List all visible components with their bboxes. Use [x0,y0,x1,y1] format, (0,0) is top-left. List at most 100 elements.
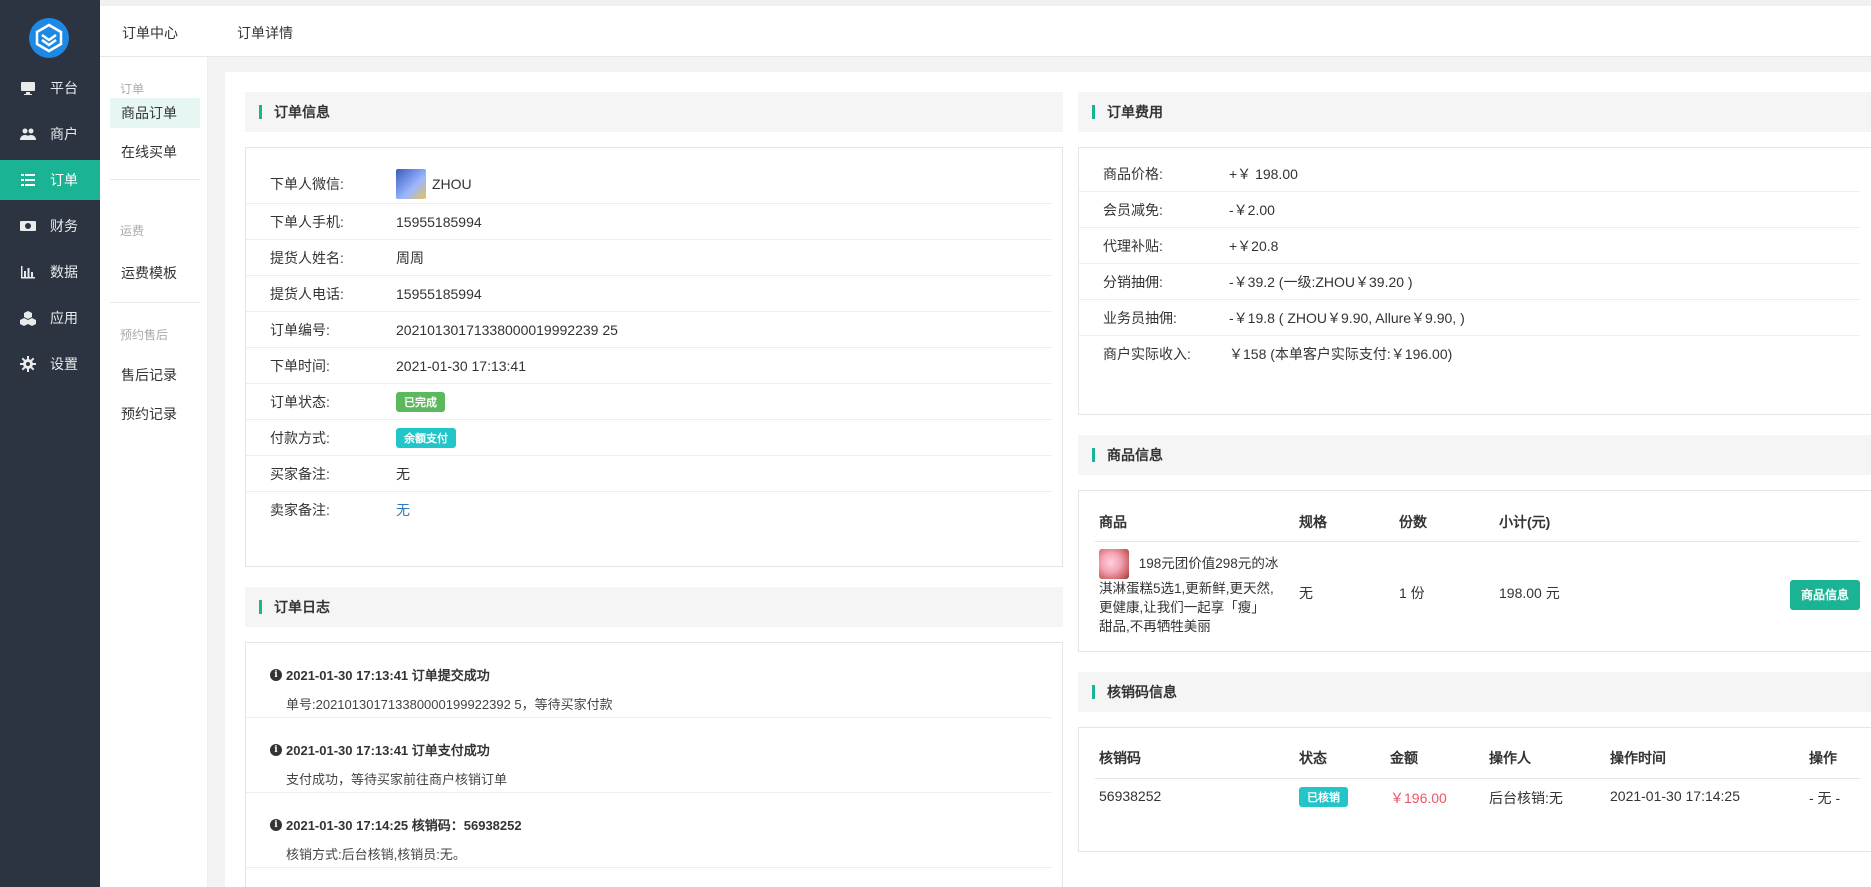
nav-label: 应用 [50,310,78,326]
col-header: 小计(元) [1499,514,1551,530]
sub-sidebar: 订单 商品订单 在线买单 运费 运费模板 预约售后 售后记录 预约记录 [100,57,208,887]
order-info-header: 订单信息 [245,92,1063,132]
tab-order-center[interactable]: 订单中心 [122,23,178,43]
row-payment-method: 付款方式: 余额支付 [246,420,1051,456]
goods-box: 商品 规格 份数 小计(元) 198元团价值298元的冰 淇淋蛋糕5选1,更新鲜… [1078,490,1871,652]
verify-amount: ￥196.00 [1390,790,1447,806]
log-item: i 2021-01-30 17:13:41 订单支付成功 支付成功，等待买家前往商… [246,718,1051,793]
fee-row: 代理补贴: +￥20.8 [1079,228,1859,264]
fee-row: 分销抽佣: -￥39.2 (一级:ZHOU￥39.20 ) [1079,264,1859,300]
fees-box: 商品价格: +￥ 198.00 会员减免: -￥2.00 代理补贴: +￥20.8 分… [1078,147,1871,415]
fee-row: 商户实际收入: ￥158 (本单客户实际支付:￥196.00) [1103,346,1453,362]
money-icon [20,218,36,234]
section-title: 订单信息 [274,104,330,120]
fee-row: 会员减免: -￥2.00 [1079,192,1859,228]
gear-icon [20,356,36,372]
goods-info-button[interactable]: 商品信息 [1790,580,1860,610]
info-icon: i [270,818,282,831]
nav-item-order[interactable]: 订单 [0,160,100,200]
goods-subtotal: 198.00 元 [1499,585,1560,601]
row-receiver-phone: 提货人电话: 15955185994 [246,276,1051,312]
order-log-header: 订单日志 [245,587,1063,627]
col-header: 操作时间 [1610,750,1666,766]
goods-name: 198元团价值298元的冰 淇淋蛋糕5选1,更新鲜,更天然, 更健康,让我们一起… [1099,549,1299,636]
monitor-icon [20,80,36,96]
nav-item-platform[interactable]: 平台 [0,68,100,108]
order-log-box: i 2021-01-30 17:13:41 订单提交成功 单号:202101301… [245,642,1063,887]
col-header: 商品 [1099,514,1127,530]
nav-item-data[interactable]: 数据 [0,252,100,292]
verify-status-badge: 已核销 [1299,787,1348,807]
nav-label: 商户 [50,126,78,142]
tab-order-detail[interactable]: 订单详情 [237,23,293,43]
col-header: 规格 [1299,514,1327,530]
fees-header: 订单费用 [1078,92,1871,132]
nav-item-finance[interactable]: 财务 [0,206,100,246]
col-header: 操作 [1809,750,1837,766]
row-order-status: 订单状态: 已完成 [246,384,1051,420]
status-badge: 已完成 [396,391,445,412]
order-info-box: 下单人微信: ZHOU 下单人手机: 15955185994 提货人姓名: 周周 提… [245,147,1063,567]
log-item: i 2021-01-30 17:13:41 订单提交成功 单号:202101301… [246,643,1051,718]
goods-header: 商品信息 [1078,435,1871,475]
nav-label: 设置 [50,356,78,372]
row-buyer-phone: 下单人手机: 15955185994 [246,204,1051,240]
section-title: 核销码信息 [1107,684,1177,700]
subnav-group-shipping: 运费 [120,224,145,238]
verify-time: 2021-01-30 17:14:25 [1610,788,1740,804]
verify-action: - 无 - [1809,790,1841,806]
subnav-item-goods-order[interactable]: 商品订单 [110,98,200,128]
verify-box: 核销码 状态 金额 操作人 操作时间 操作 56938252 已核销 ￥196.… [1078,727,1871,852]
row-order-number: 订单编号: 20210130171338000019992239 25 [246,312,1051,348]
users-icon [20,126,36,142]
fee-row: 商品价格: +￥ 198.00 [1079,156,1859,192]
section-title: 商品信息 [1107,447,1163,463]
bar-chart-icon [20,264,36,280]
list-icon [20,172,36,188]
log-item: i 2021-01-30 17:14:25 核销码：56938252 核销方式:后… [246,793,1051,868]
col-header: 核销码 [1099,750,1141,766]
avatar [396,168,426,199]
row-buyer-wechat: 下单人微信: ZHOU [246,164,1051,204]
row-order-time: 下单时间: 2021-01-30 17:13:41 [246,348,1051,384]
row-seller-remark: 卖家备注: 无 [270,500,410,520]
col-header: 金额 [1390,750,1418,766]
nav-label: 数据 [50,264,78,280]
seller-remark-link[interactable]: 无 [396,500,410,520]
subnav-group-aftersale: 预约售后 [120,328,169,342]
content-area: 订单信息 下单人微信: ZHOU 下单人手机: 15955185994 提货人姓名… [208,57,1871,887]
subnav-group-order: 订单 [120,82,145,96]
content-panel: 订单信息 下单人微信: ZHOU 下单人手机: 15955185994 提货人姓名… [225,72,1871,887]
fee-row: 业务员抽佣: -￥19.8 ( ZHOU￥9.90, Allure￥9.90, ) [1079,300,1859,336]
verify-operator: 后台核销:无 [1489,790,1563,806]
row-buyer-remark: 买家备注: 无 [246,456,1051,492]
app-logo-icon[interactable] [29,18,69,58]
section-title: 订单日志 [274,599,330,615]
goods-thumbnail [1099,549,1129,579]
col-header: 份数 [1399,514,1427,530]
nav-label: 平台 [50,80,78,96]
verify-code: 56938252 [1099,788,1162,804]
nav-item-merchant[interactable]: 商户 [0,114,100,154]
subnav-item-shipping-template[interactable]: 运费模板 [110,258,200,288]
subnav-divider [110,302,200,303]
nav-item-apps[interactable]: 应用 [0,298,100,338]
nav-label: 订单 [50,172,78,188]
section-title: 订单费用 [1107,104,1163,120]
info-icon: i [270,668,282,681]
verify-header: 核销码信息 [1078,672,1871,712]
nav-label: 财务 [50,218,78,234]
nav-item-settings[interactable]: 设置 [0,344,100,384]
cubes-icon [20,310,36,326]
subnav-item-aftersale-records[interactable]: 售后记录 [110,360,200,390]
goods-spec: 无 [1299,585,1313,601]
subnav-divider [110,179,200,180]
main-sidebar: 平台 商户 订单 财务 数据 应用 设置 [0,0,100,887]
row-receiver-name: 提货人姓名: 周周 [246,240,1051,276]
subnav-item-online-pay[interactable]: 在线买单 [110,137,200,167]
col-header: 状态 [1299,750,1327,766]
subnav-item-booking-records[interactable]: 预约记录 [110,399,200,429]
top-bar: 订单中心 订单详情 [100,6,1871,57]
goods-qty: 1 份 [1399,585,1425,601]
col-header: 操作人 [1489,750,1531,766]
